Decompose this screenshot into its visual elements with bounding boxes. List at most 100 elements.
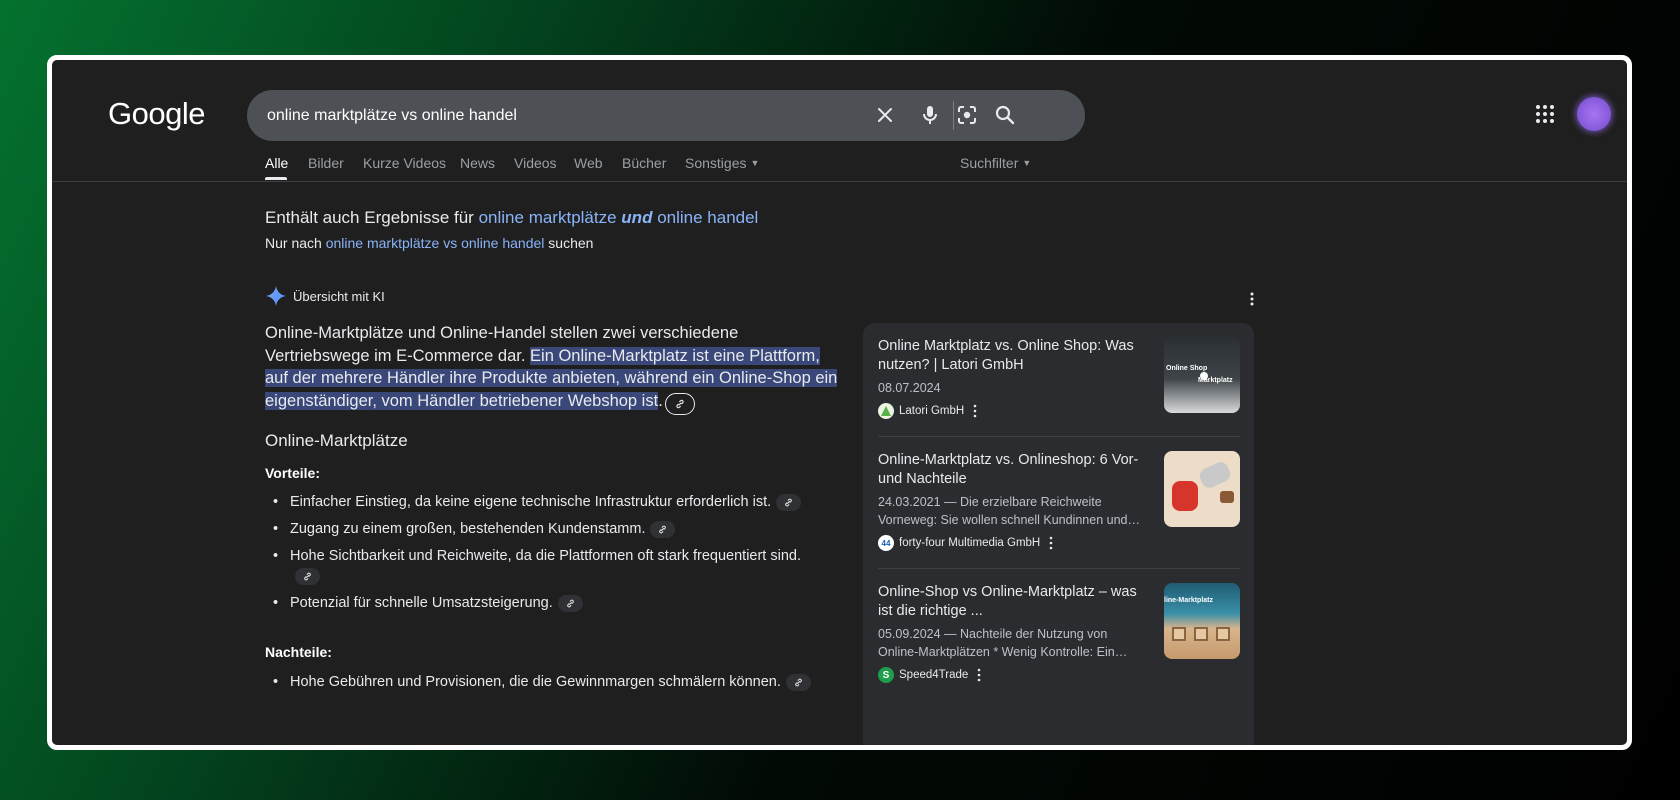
- tab-sonstiges-label: Sonstiges: [685, 155, 747, 171]
- google-logo[interactable]: Google: [108, 96, 205, 132]
- link-icon: [795, 678, 802, 687]
- link-icon: [676, 399, 684, 408]
- more-vert-icon[interactable]: [972, 404, 978, 418]
- latori-logo-icon: [878, 403, 894, 419]
- apps-grid-icon[interactable]: [1535, 104, 1555, 124]
- list-item: Potenzial für schnelle Umsatzsteigerung.: [273, 593, 813, 613]
- section-heading: Online-Marktplätze: [265, 431, 408, 450]
- tab-videos[interactable]: Videos: [514, 155, 557, 171]
- list-item: Hohe Sichtbarkeit und Reichweite, da die…: [273, 546, 813, 586]
- source-site: 44 forty-four Multimedia GmbH: [878, 535, 1242, 551]
- suggestion-part-c: online handel: [657, 208, 759, 227]
- source-link-chip[interactable]: [776, 494, 802, 511]
- thumb-figure: [1172, 481, 1198, 511]
- source-thumbnail[interactable]: [1164, 451, 1240, 527]
- spelling-suggestion-link[interactable]: online marktplätze und online handel: [479, 208, 759, 227]
- source-site-name: Latori GmbH: [899, 405, 965, 417]
- forty-four-logo-icon: 44: [878, 535, 894, 551]
- thumb-label: line-Marktplatz: [1164, 597, 1214, 604]
- search-input[interactable]: [267, 90, 867, 141]
- cons-list: Hohe Gebühren und Provisionen, die die G…: [273, 672, 873, 699]
- search-bar[interactable]: [247, 90, 1085, 141]
- speed4trade-logo-icon: S: [878, 667, 894, 683]
- sources-panel: Online Marktplatz vs. Online Shop: Was n…: [863, 323, 1254, 745]
- thumb-figure: [1172, 627, 1186, 641]
- source-site-name: Speed4Trade: [899, 669, 969, 681]
- thumb-figure: [1197, 459, 1233, 491]
- only-search-notice: Nur nach online marktplätze vs online ha…: [265, 235, 593, 251]
- thumb-figure: [1216, 627, 1230, 641]
- active-tab-indicator: [265, 177, 287, 180]
- source-date: 08.07.2024: [878, 381, 941, 395]
- only-prefix: Nur nach: [265, 235, 322, 251]
- source-card[interactable]: Online Marktplatz vs. Online Shop: Was n…: [878, 337, 1242, 419]
- source-card[interactable]: Online-Shop vs Online-Marktplatz – was i…: [878, 583, 1242, 683]
- cons-label: Nachteile:: [265, 644, 332, 660]
- thumb-figure: [1194, 627, 1208, 641]
- search-tabs: Alle Bilder Kurze Videos News Videos Web…: [52, 150, 1627, 182]
- tab-buecher[interactable]: Bücher: [622, 155, 666, 171]
- search-divider: [953, 101, 954, 130]
- source-card[interactable]: Online-Marktplatz vs. Onlineshop: 6 Vor-…: [878, 451, 1242, 551]
- source-thumbnail[interactable]: line-Marktplatz: [1164, 583, 1240, 659]
- list-item-text: Potenzial für schnelle Umsatzsteigerung.: [290, 595, 553, 611]
- tab-news[interactable]: News: [460, 155, 495, 171]
- ai-overview-title: Übersicht mit KI: [293, 288, 385, 304]
- source-link-chip[interactable]: [557, 595, 583, 612]
- source-snippet: 05.09.2024 — Nachteile der Nutzung von O…: [878, 627, 1128, 659]
- link-icon: [304, 572, 311, 581]
- tab-sonstiges[interactable]: Sonstiges ▼: [685, 155, 759, 171]
- thumb-label: Online Shop: [1166, 365, 1208, 372]
- only-suffix: suchen: [548, 235, 594, 251]
- source-link-chip[interactable]: [650, 521, 676, 538]
- suggestion-part-b: und: [621, 208, 653, 227]
- tab-alle[interactable]: Alle: [265, 155, 288, 171]
- source-thumbnail[interactable]: Online Shop Marktplatz: [1164, 337, 1240, 413]
- source-title[interactable]: Online-Shop vs Online-Marktplatz – was i…: [878, 583, 1148, 621]
- camera-lens-icon[interactable]: [955, 103, 979, 127]
- ai-overview-header: Übersicht mit KI: [265, 285, 385, 307]
- source-site-name: forty-four Multimedia GmbH: [899, 537, 1041, 549]
- source-link-chip[interactable]: [664, 392, 695, 415]
- suggestion-part-a: online marktplätze: [478, 208, 617, 227]
- more-vert-icon[interactable]: [1048, 536, 1054, 550]
- tab-web[interactable]: Web: [574, 155, 603, 171]
- link-icon: [785, 498, 792, 507]
- list-item: Einfacher Einstieg, da keine eigene tech…: [273, 492, 813, 512]
- caret-down-icon: ▼: [1022, 158, 1032, 168]
- source-snippet: 24.03.2021 — Die erzielbare Reichweite V…: [878, 495, 1140, 527]
- source-link-chip[interactable]: [785, 674, 811, 691]
- divider: [878, 568, 1240, 569]
- more-vert-icon[interactable]: [976, 668, 982, 682]
- source-title[interactable]: Online-Marktplatz vs. Onlineshop: 6 Vor-…: [878, 451, 1148, 489]
- original-query-link[interactable]: online marktplätze vs online handel: [326, 235, 545, 251]
- tab-bilder[interactable]: Bilder: [308, 155, 344, 171]
- link-icon: [659, 525, 667, 534]
- source-title[interactable]: Online Marktplatz vs. Online Shop: Was n…: [878, 337, 1148, 375]
- thumb-dot: [1200, 372, 1208, 380]
- list-item: Zugang zu einem großen, bestehenden Kund…: [273, 519, 813, 539]
- thumb-figure: [1220, 491, 1234, 503]
- spelling-prefix: Enthält auch Ergebnisse für: [265, 208, 474, 227]
- microphone-icon[interactable]: [918, 103, 942, 127]
- source-link-chip[interactable]: [295, 568, 320, 585]
- list-item-text: Zugang zu einem großen, bestehenden Kund…: [290, 521, 646, 537]
- list-item-text: Einfacher Einstieg, da keine eigene tech…: [290, 494, 772, 510]
- search-filter[interactable]: Suchfilter ▼: [960, 155, 1031, 171]
- account-avatar[interactable]: [1577, 97, 1611, 131]
- clear-icon[interactable]: [873, 103, 897, 127]
- more-vert-icon[interactable]: [1248, 291, 1256, 307]
- search-icon[interactable]: [993, 103, 1017, 127]
- ai-overview-text: Online-Marktplätze und Online-Handel ste…: [265, 322, 845, 415]
- divider: [878, 436, 1240, 437]
- pros-list: Einfacher Einstieg, da keine eigene tech…: [273, 492, 813, 620]
- caret-down-icon: ▼: [750, 158, 760, 168]
- list-item: Hohe Gebühren und Provisionen, die die G…: [273, 672, 873, 692]
- browser-window: Google Alle Bilder Kurze Videos News Vid…: [47, 55, 1632, 750]
- list-item-text: Hohe Sichtbarkeit und Reichweite, da die…: [290, 548, 801, 564]
- tab-kurze-videos[interactable]: Kurze Videos: [363, 155, 446, 171]
- source-site: S Speed4Trade: [878, 667, 1242, 683]
- sparkle-icon: [265, 285, 287, 307]
- spelling-notice: Enthält auch Ergebnisse für online markt…: [265, 208, 758, 228]
- link-icon: [566, 599, 574, 608]
